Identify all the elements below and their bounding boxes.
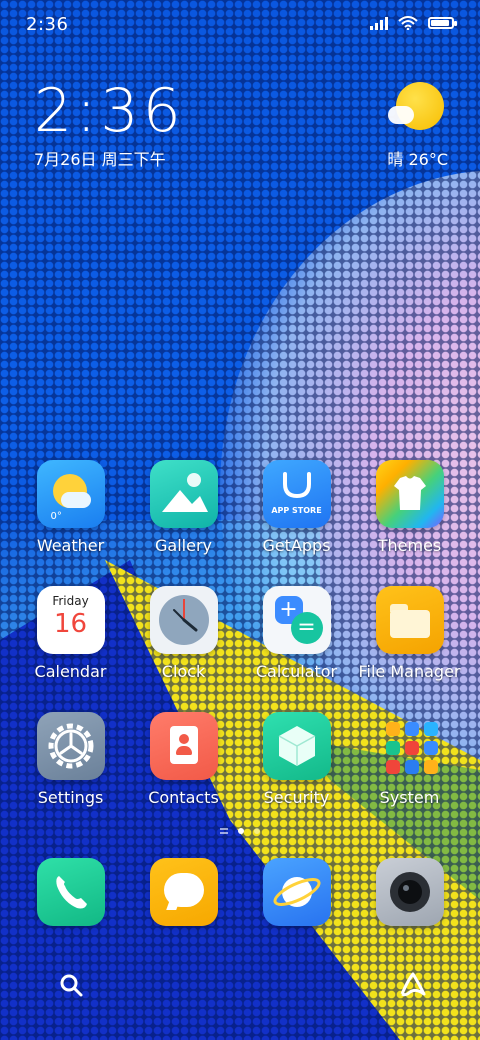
weather-app-temp: 0° <box>50 511 62 522</box>
wifi-icon <box>398 16 418 30</box>
app-security[interactable]: Security <box>240 712 353 838</box>
calendar-day: 16 <box>53 609 88 639</box>
app-calculator[interactable]: + = Calculator <box>240 586 353 712</box>
calendar-app-icon: Friday 16 <box>36 586 105 654</box>
app-getapps[interactable]: APP STORE GetApps <box>240 460 353 586</box>
dock-messages[interactable] <box>127 858 240 926</box>
app-label: System <box>379 788 440 807</box>
app-weather[interactable]: 0° Weather <box>14 460 127 586</box>
app-clock[interactable]: Clock <box>127 586 240 712</box>
app-label: Gallery <box>155 536 212 555</box>
clock-widget[interactable]: 2:36 7月26日 周三下午 <box>34 78 185 170</box>
app-grid: 0° Weather Gallery APP STORE GetApps The… <box>14 460 466 838</box>
getapps-app-icon: APP STORE <box>262 460 331 528</box>
battery-icon <box>428 17 457 29</box>
security-app-icon <box>262 712 331 780</box>
contacts-app-icon <box>149 712 218 780</box>
themes-app-icon <box>375 460 444 528</box>
app-label: Clock <box>161 662 206 681</box>
status-time: 2:36 <box>26 14 69 35</box>
bottom-bar <box>0 966 480 1006</box>
weather-app-icon: 0° <box>36 460 105 528</box>
app-label: GetApps <box>262 536 331 555</box>
page-dot <box>238 828 244 834</box>
app-gallery[interactable]: Gallery <box>127 460 240 586</box>
getapps-tile-text: APP STORE <box>271 506 322 515</box>
calendar-weekday: Friday <box>52 594 89 608</box>
sunny-partly-cloudy-icon <box>387 80 444 132</box>
dock-browser[interactable] <box>240 858 353 926</box>
app-label: Themes <box>377 536 442 555</box>
app-calendar[interactable]: Friday 16 Calendar <box>14 586 127 712</box>
calculator-app-icon: + = <box>262 586 331 654</box>
weather-widget[interactable]: 晴 26°C <box>387 80 448 170</box>
file-manager-app-icon <box>375 586 444 654</box>
clock-widget-time: 2:36 <box>34 76 185 146</box>
app-folder-system[interactable]: System <box>353 712 466 838</box>
settings-app-icon <box>36 712 105 780</box>
clock-widget-date: 7月26日 周三下午 <box>34 150 166 169</box>
dock-phone[interactable] <box>14 858 127 926</box>
system-folder-icon <box>376 712 444 780</box>
clock-app-icon <box>149 586 218 654</box>
gallery-app-icon <box>149 460 218 528</box>
page-dot <box>254 828 260 834</box>
app-label: Security <box>263 788 330 807</box>
camera-icon <box>375 858 444 926</box>
app-file-manager[interactable]: File Manager <box>353 586 466 712</box>
message-icon <box>149 858 218 926</box>
dock-camera[interactable] <box>353 858 466 926</box>
app-settings[interactable]: Settings <box>14 712 127 838</box>
app-themes[interactable]: Themes <box>353 460 466 586</box>
app-label: File Manager <box>358 662 461 681</box>
weather-widget-text: 晴 26°C <box>387 150 448 169</box>
browser-icon <box>262 858 331 926</box>
phone-icon <box>36 858 105 926</box>
app-label: Weather <box>36 536 105 555</box>
search-icon[interactable] <box>58 972 84 998</box>
page-indicator-lines-icon <box>220 828 228 834</box>
app-label: Contacts <box>148 788 219 807</box>
app-label: Calendar <box>34 662 107 681</box>
signal-icon <box>370 16 388 30</box>
app-label: Calculator <box>255 662 338 681</box>
assistant-icon[interactable] <box>398 970 428 1000</box>
status-bar: 2:36 <box>0 0 480 50</box>
app-contacts[interactable]: Contacts <box>127 712 240 838</box>
app-label: Settings <box>37 788 104 807</box>
page-indicator[interactable] <box>0 828 480 834</box>
dock <box>14 858 466 926</box>
